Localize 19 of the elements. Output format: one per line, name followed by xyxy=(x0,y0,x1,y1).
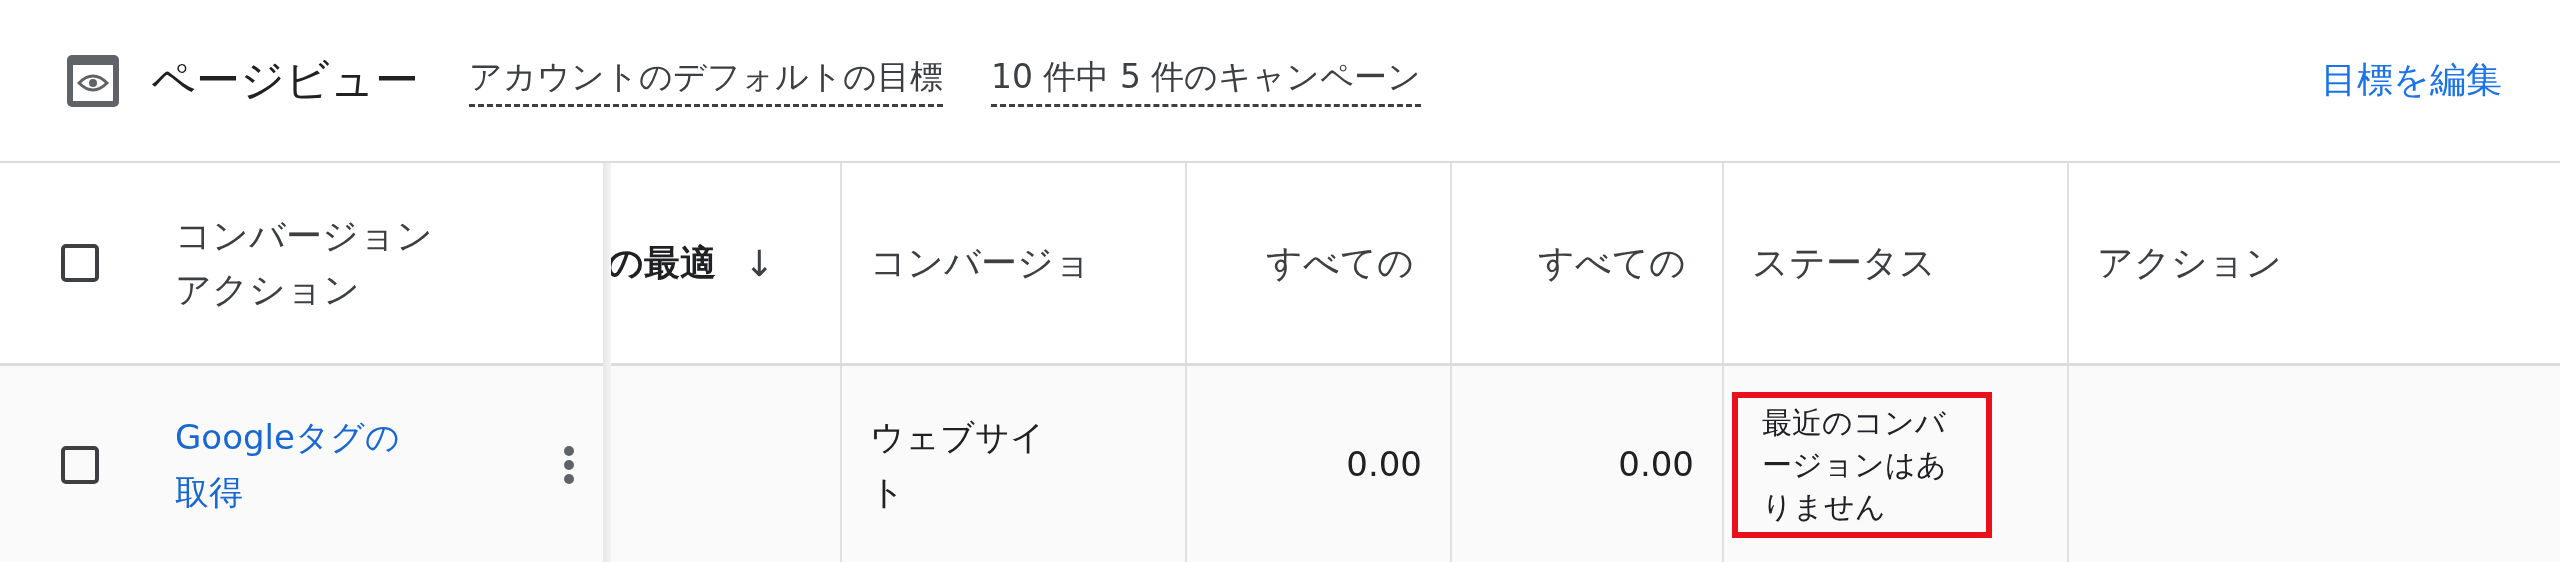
conversion-action-link[interactable]: Googleタグの取得 xyxy=(175,410,425,519)
highlighted-status: 最近のコンバージョンはありません xyxy=(1732,391,1992,538)
table-cell-text: ウェブサイト xyxy=(870,416,1046,514)
checkbox[interactable] xyxy=(61,244,99,282)
column-header[interactable]: すべての xyxy=(1266,232,1422,294)
column-header[interactable]: すべての xyxy=(1538,232,1694,294)
column-header[interactable]: コンバージョンアクション xyxy=(175,205,443,321)
edit-goals-link[interactable]: 目標を編集 xyxy=(2321,56,2502,105)
more-options-icon[interactable] xyxy=(563,444,575,485)
eye-icon xyxy=(65,52,121,109)
page-title: ページビュー xyxy=(151,53,419,107)
sort-arrow-icon[interactable]: ↓ xyxy=(744,242,775,284)
table-cell-text: 0.00 xyxy=(1346,443,1422,487)
column-header[interactable]: アクション xyxy=(2097,232,2290,294)
checkbox[interactable] xyxy=(61,445,99,484)
dashed-link[interactable]: アカウントのデフォルトの目標 xyxy=(469,54,943,107)
table-cell-text: 0.00 xyxy=(1618,443,1694,487)
column-header[interactable]: ステータス xyxy=(1752,232,1944,294)
dashed-link[interactable]: 10 件中 5 件のキャンペーン xyxy=(991,54,1422,107)
